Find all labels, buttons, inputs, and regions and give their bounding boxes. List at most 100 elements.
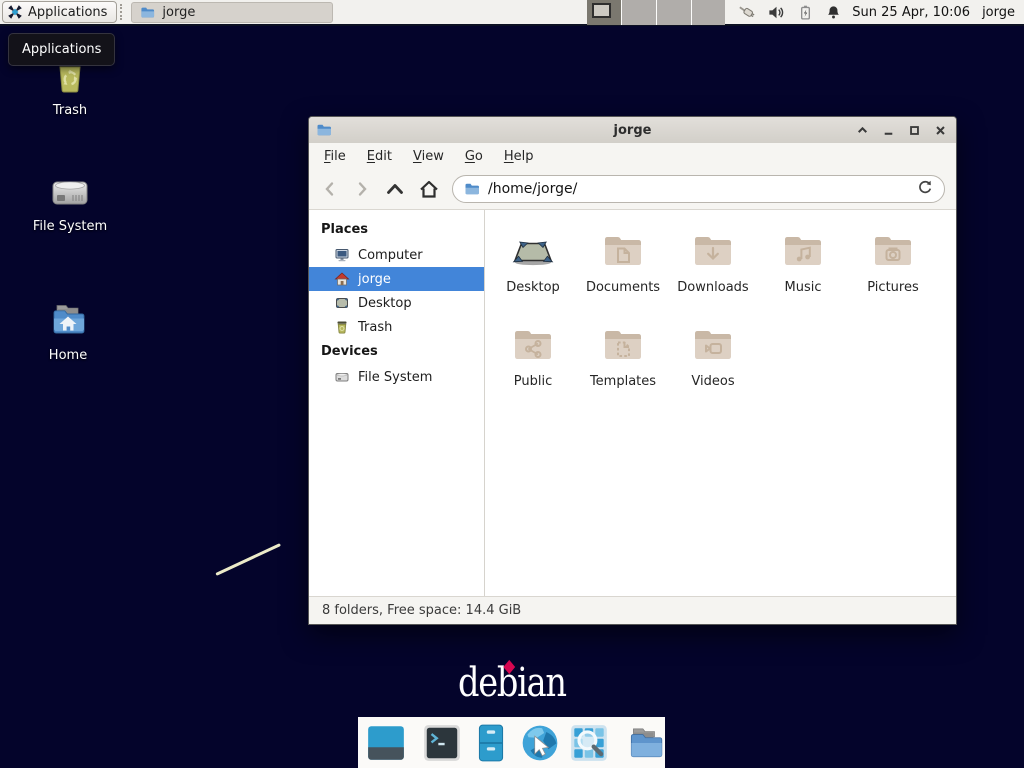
volume-icon[interactable] [767,3,786,22]
menu-edit[interactable]: Edit [367,149,392,164]
menu-help[interactable]: Help [504,149,534,164]
sidebar: Places Computer jorge [309,210,485,596]
menu-file[interactable]: File [324,149,346,164]
applications-menu-button[interactable]: Applications [2,1,117,23]
menubar: File Edit View Go Help [309,143,956,169]
web-browser-icon [519,722,561,764]
menu-view[interactable]: View [413,149,444,164]
dock-terminal-button[interactable] [421,722,463,764]
applications-tooltip-text: Applications [22,42,101,57]
harddrive-icon [46,168,94,216]
public-folder-icon [509,321,557,369]
dock-show-desktop-button[interactable] [365,722,407,764]
workspace-3[interactable] [656,0,691,25]
file-cabinet-icon [470,722,512,764]
terminal-icon [421,722,463,764]
taskbar-item-jorge[interactable]: jorge [131,2,333,23]
panel-username[interactable]: jorge [982,5,1015,20]
sidebar-item-jorge[interactable]: jorge [309,267,484,291]
folder-music[interactable]: Music [758,220,848,314]
close-button[interactable] [934,124,947,137]
notification-bell-icon[interactable] [825,3,842,22]
folder-pictures[interactable]: Pictures [848,220,938,314]
minimize-button[interactable] [882,124,895,137]
folder-documents-label: Documents [586,280,660,295]
workspace-1[interactable] [587,0,621,25]
file-manager-window: jorge File Edit View Go Help [308,116,957,625]
computer-icon [334,247,350,263]
workspace-switcher [587,0,725,25]
applications-tooltip: Applications [8,33,115,66]
home-folder-icon [44,297,92,345]
sidebar-devices-header: Devices [309,339,484,365]
documents-folder-icon [599,227,647,275]
window-title: jorge [614,123,652,138]
sidebar-item-filesystem[interactable]: File System [309,365,484,389]
folder-public-label: Public [514,374,552,389]
folder-desktop-label: Desktop [506,280,560,295]
sidebar-places-header: Places [309,217,484,243]
folder-templates-label: Templates [590,374,656,389]
dock-file-cabinet-button[interactable] [470,722,512,764]
dock-app-finder-button[interactable] [568,722,610,764]
window-folder-icon [316,122,332,138]
folder-music-label: Music [785,280,822,295]
show-desktop-icon [365,722,407,764]
power-adapter-icon[interactable] [737,3,756,22]
pictures-folder-icon [869,227,917,275]
workspace-window-preview [592,3,611,18]
desktop-icon-trash-label: Trash [20,103,120,118]
battery-icon[interactable] [797,3,814,22]
workspace-2[interactable] [621,0,656,25]
downloads-folder-icon [689,227,737,275]
panel-clock[interactable]: Sun 25 Apr, 10:06 [852,5,970,20]
app-finder-icon [568,722,610,764]
location-bar[interactable]: /home/jorge/ [452,175,945,203]
desktop-icon-home[interactable]: Home [18,297,118,363]
taskbar-folder-icon [140,5,155,20]
desktop-icon-filesystem[interactable]: File System [20,168,120,234]
workspace-4[interactable] [691,0,726,25]
sidebar-item-computer-label: Computer [358,248,423,263]
applications-menu-label: Applications [28,5,107,20]
videos-folder-icon [689,321,737,369]
sidebar-item-computer[interactable]: Computer [309,243,484,267]
location-folder-icon [464,181,480,197]
folder-templates[interactable]: Templates [578,314,668,408]
desktop-icon [334,295,350,311]
sidebar-item-trash[interactable]: Trash [309,315,484,339]
home-icon [334,271,350,287]
maximize-button[interactable] [908,124,921,137]
folder-downloads[interactable]: Downloads [668,220,758,314]
dock-web-browser-button[interactable] [519,722,561,764]
up-button[interactable] [384,179,406,199]
reload-button[interactable] [917,179,933,199]
desktop-icon-filesystem-label: File System [20,219,120,234]
sidebar-item-filesystem-label: File System [358,370,432,385]
dock-file-manager-button[interactable] [624,722,666,764]
back-button[interactable] [320,179,340,199]
debian-wallpaper-logo: debian [458,660,566,706]
panel-grip [120,4,126,20]
top-panel: Applications jorge [0,0,1024,26]
templates-folder-icon [599,321,647,369]
folder-public[interactable]: Public [488,314,578,408]
menu-go[interactable]: Go [465,149,483,164]
folder-documents[interactable]: Documents [578,220,668,314]
shade-button[interactable] [856,124,869,137]
statusbar-text: 8 folders, Free space: 14.4 GiB [322,603,521,618]
folder-videos[interactable]: Videos [668,314,758,408]
taskbar-item-label: jorge [162,5,195,20]
file-list[interactable]: Desktop Documents [485,210,956,596]
folder-pictures-label: Pictures [867,280,918,295]
folder-desktop[interactable]: Desktop [488,220,578,314]
location-input[interactable]: /home/jorge/ [488,181,909,197]
music-folder-icon [779,227,827,275]
sidebar-item-desktop-label: Desktop [358,296,412,311]
window-titlebar[interactable]: jorge [309,117,956,143]
forward-button[interactable] [352,179,372,199]
sidebar-item-trash-label: Trash [358,320,392,335]
dock [358,717,665,768]
sidebar-item-desktop[interactable]: Desktop [309,291,484,315]
home-button[interactable] [418,179,440,200]
